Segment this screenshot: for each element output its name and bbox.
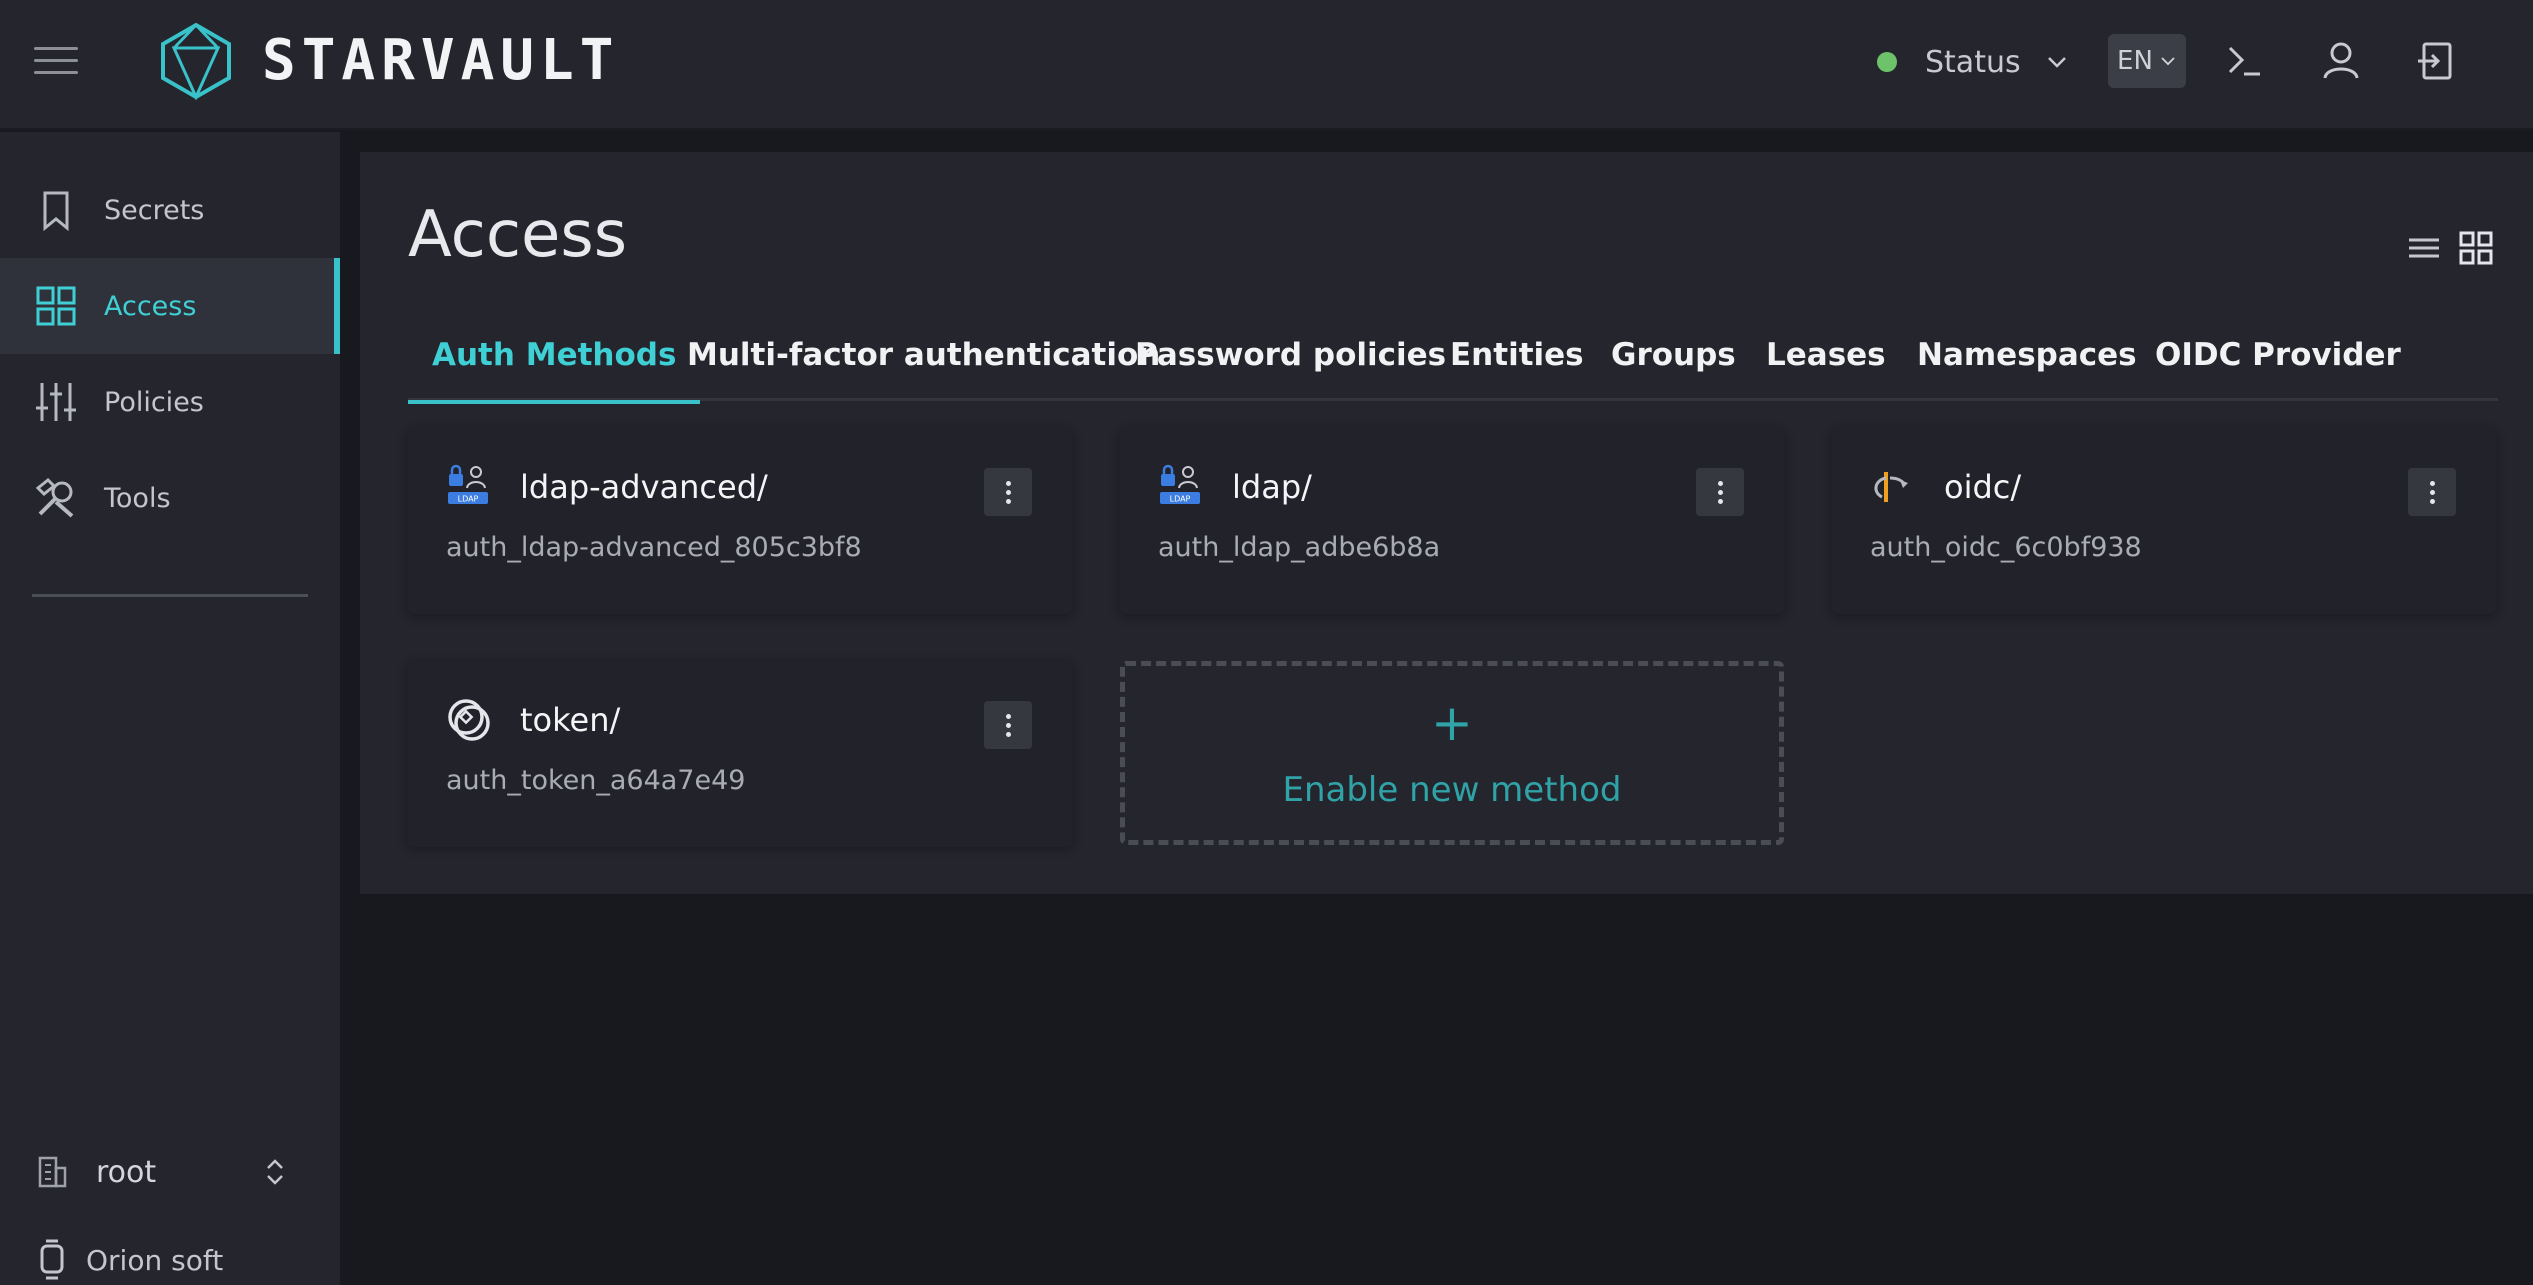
enable-new-method-label: Enable new method [1282, 770, 1622, 810]
sidebar-item-access[interactable]: Access [0, 258, 340, 354]
sidebar: Secrets Access Policies Tools root Orion… [0, 132, 340, 1285]
organization-info: Orion soft [36, 1230, 223, 1285]
card-title: oidc/ [1944, 468, 2022, 506]
sidebar-item-label: Policies [104, 386, 204, 418]
brand-name: STARVAULT [262, 28, 620, 93]
sidebar-divider [32, 594, 308, 597]
plus-icon: + [1431, 694, 1473, 752]
sidebar-item-label: Access [104, 290, 197, 322]
ldap-icon: LDAP [1160, 464, 1200, 504]
sidebar-item-secrets[interactable]: Secrets [0, 162, 340, 258]
auth-method-card[interactable]: oidc/ auth_oidc_6c0bf938 [1832, 428, 2496, 614]
status-dot [1877, 52, 1897, 72]
more-options-icon[interactable] [984, 468, 1032, 516]
sidebar-item-policies[interactable]: Policies [0, 354, 340, 450]
auth-method-card[interactable]: LDAP ldap-advanced/ auth_ldap-advanced_8… [408, 428, 1072, 614]
tab-oidc-provider[interactable]: OIDC Provider [2155, 325, 2401, 401]
bookmark-icon [43, 191, 69, 232]
more-options-icon[interactable] [2408, 468, 2456, 516]
tab-multi-factor-authentication[interactable]: Multi-factor authentication [687, 325, 1160, 401]
card-accessor: auth_ldap_adbe6b8a [1158, 532, 1441, 563]
language-label: EN [2117, 46, 2153, 76]
chevron-down-icon [2161, 57, 2175, 66]
enable-new-method-button[interactable]: + Enable new method [1120, 661, 1784, 845]
grid-view-icon[interactable] [2458, 230, 2494, 266]
terminal-icon[interactable] [2220, 36, 2270, 86]
card-accessor: auth_token_a64a7e49 [446, 765, 746, 796]
more-options-icon[interactable] [1696, 468, 1744, 516]
starvault-logo [161, 22, 231, 100]
card-title: ldap/ [1232, 468, 1312, 506]
tab-entities[interactable]: Entities [1450, 325, 1584, 401]
card-title: ldap-advanced/ [520, 468, 768, 506]
oidc-icon [1874, 472, 1908, 502]
sidebar-item-tools[interactable]: Tools [0, 450, 340, 546]
token-icon [448, 699, 490, 741]
card-accessor: auth_ldap-advanced_805c3bf8 [446, 532, 862, 563]
chevron-updown-icon [267, 1159, 283, 1185]
user-icon[interactable] [2316, 36, 2366, 86]
building-icon [38, 1156, 67, 1188]
tab-groups[interactable]: Groups [1611, 325, 1736, 401]
auth-method-card[interactable]: LDAP ldap/ auth_ldap_adbe6b8a [1120, 428, 1784, 614]
more-options-icon[interactable] [984, 701, 1032, 749]
svg-text:LDAP: LDAP [1170, 495, 1191, 504]
menu-icon[interactable] [34, 47, 78, 77]
tab-auth-methods[interactable]: Auth Methods [407, 325, 701, 404]
top-header: STARVAULT Status EN [0, 0, 2533, 130]
watch-icon [40, 1239, 64, 1280]
list-view-icon[interactable] [2406, 230, 2442, 266]
chevron-down-icon [2047, 57, 2066, 68]
card-accessor: auth_oidc_6c0bf938 [1870, 532, 2142, 563]
sidebar-item-label: Secrets [104, 194, 205, 226]
sliders-icon [36, 383, 76, 421]
tab-bar: Auth Methods Multi-factor authentication… [407, 325, 2498, 404]
ldap-icon: LDAP [448, 464, 488, 504]
grid-icon [36, 286, 76, 326]
tab-leases[interactable]: Leases [1766, 325, 1886, 401]
auth-method-card[interactable]: token/ auth_token_a64a7e49 [408, 661, 1072, 847]
logout-icon[interactable] [2412, 36, 2462, 86]
status-dropdown[interactable]: Status [1877, 30, 2069, 94]
card-title: token/ [520, 701, 621, 739]
svg-text:LDAP: LDAP [458, 495, 479, 504]
tab-password-policies[interactable]: Password policies [1135, 325, 1446, 401]
status-label: Status [1925, 44, 2021, 80]
sidebar-item-label: Tools [104, 482, 171, 514]
language-select[interactable]: EN [2108, 34, 2186, 88]
organization-label: Orion soft [86, 1243, 224, 1277]
tab-namespaces[interactable]: Namespaces [1917, 325, 2137, 401]
tools-icon [35, 477, 74, 518]
namespace-label: root [96, 1154, 157, 1190]
namespace-selector[interactable]: root [36, 1142, 298, 1202]
page-title: Access [408, 198, 628, 272]
